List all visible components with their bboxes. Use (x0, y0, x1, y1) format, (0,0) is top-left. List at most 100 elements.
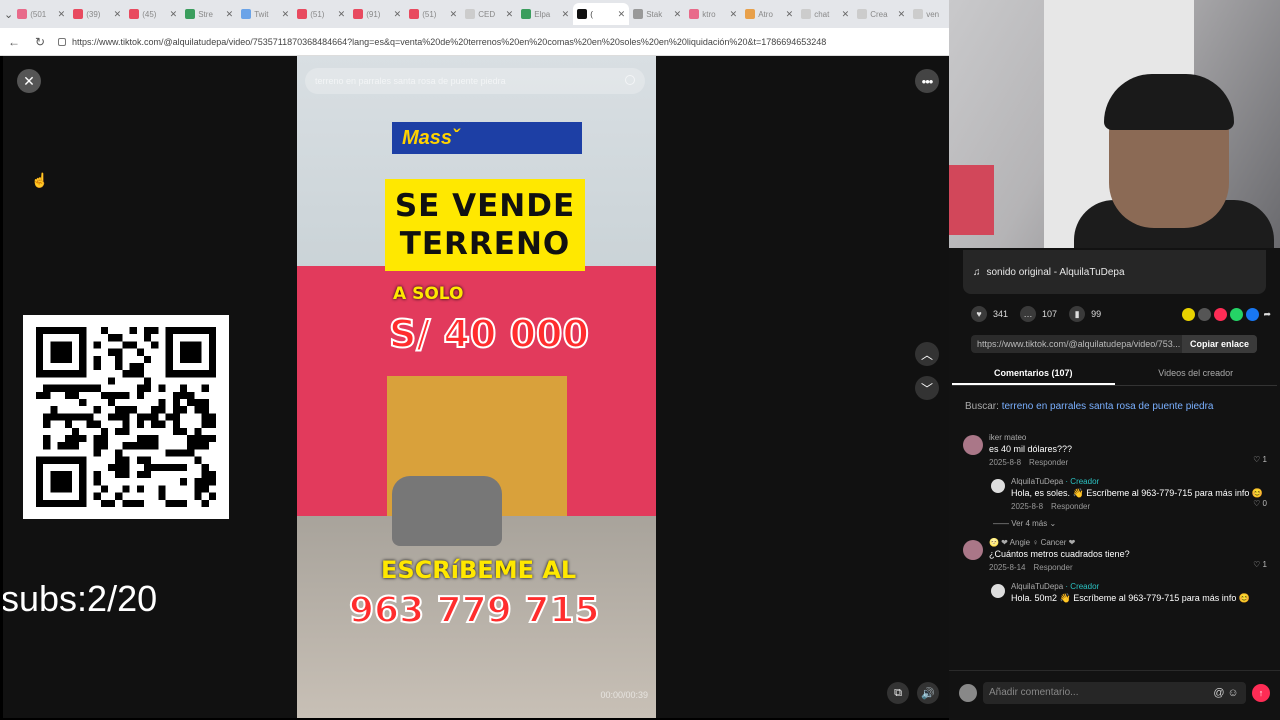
browser-tab[interactable]: Twit ✕ (237, 3, 293, 25)
reply-button[interactable]: Responder (1051, 502, 1090, 511)
browser-tab[interactable]: ven✕ (909, 3, 949, 25)
browser-tab[interactable]: Crea ✕ (853, 3, 909, 25)
reload-icon[interactable]: ↻ (32, 34, 48, 50)
comments-list: iker mateo es 40 mil dólares??? 2025-8-8 R… (963, 433, 1269, 614)
comment-author[interactable]: AlquilaTuDepa · Creador (1011, 477, 1269, 486)
tab-close-icon[interactable]: ✕ (338, 9, 346, 20)
tab-close-icon[interactable]: ✕ (226, 9, 234, 20)
tab-close-icon[interactable]: ✕ (786, 9, 794, 20)
video-search-bar[interactable]: terreno en parrales santa rosa de puente… (305, 68, 645, 94)
browser-tab[interactable]: (91) ✕ (349, 3, 405, 25)
emoji-icon[interactable]: ☺ (1226, 686, 1240, 700)
url-field[interactable]: https://www.tiktok.com/@alquilatudepa/vi… (58, 37, 918, 47)
copy-link-button[interactable]: Copiar enlace (1181, 335, 1257, 353)
site-info-icon[interactable] (58, 37, 66, 46)
mention-icon[interactable]: @ (1212, 686, 1226, 700)
tab-close-icon[interactable]: ✕ (842, 9, 850, 20)
tab-creator-videos[interactable]: Videos del creador (1115, 364, 1278, 385)
tab-close-icon[interactable]: ✕ (450, 9, 458, 20)
comment-author[interactable]: AlquilaTuDepa · Creador (1011, 582, 1269, 591)
video-frame[interactable]: Massˇ terreno en parrales santa rosa de … (297, 56, 656, 718)
volume-icon[interactable]: 🔊 (917, 682, 939, 704)
store-sign: Massˇ (392, 122, 582, 154)
browser-tab[interactable]: chat ✕ (797, 3, 853, 25)
share-option-icon[interactable] (1246, 307, 1260, 321)
comment-placeholder: Añadir comentario... (989, 687, 1079, 698)
phone-text: 963 779 715 (348, 589, 601, 632)
comment-button[interactable]: … 107 (1020, 306, 1057, 322)
browser-tab[interactable]: Elpa ✕ (517, 3, 573, 25)
tab-close-icon[interactable]: ✕ (506, 9, 514, 20)
reply-button[interactable]: Responder (1029, 458, 1068, 467)
sound-row[interactable]: ♫ sonido original - AlquilaTuDepa (963, 250, 1266, 294)
tab-close-icon[interactable]: ✕ (394, 9, 402, 20)
comment-text: Hola, es soles. 👋 Escríbeme al 963-779-7… (1011, 488, 1264, 498)
tab-close-icon[interactable]: ✕ (58, 9, 66, 20)
share-arrow-icon[interactable]: ➦ (1263, 309, 1271, 320)
bookmark-icon: ▮ (1069, 306, 1086, 322)
share-option-icon[interactable] (1214, 307, 1228, 321)
search-icon[interactable] (625, 75, 635, 85)
tab-close-icon[interactable]: ✕ (170, 9, 178, 20)
comment-date: 2025-8-8 (1011, 502, 1044, 511)
like-button[interactable]: ♥ 341 (971, 306, 1008, 322)
browser-tab[interactable]: CED ✕ (461, 3, 517, 25)
chevron-down-icon[interactable]: ﹀ (915, 376, 939, 400)
tab-close-icon[interactable]: ✕ (898, 9, 906, 20)
share-option-icon[interactable] (1182, 307, 1196, 321)
browser-tab[interactable]: ktro ✕ (685, 3, 741, 25)
picture-in-picture-icon[interactable]: ⧉ (887, 682, 909, 704)
browser-tab[interactable]: (45) ✕ (125, 3, 181, 25)
browser-tab[interactable]: (501 ✕ (13, 3, 69, 25)
tab-title: Crea (870, 9, 888, 19)
comment-input[interactable]: Añadir comentario... @ ☺ (983, 681, 1246, 704)
comment-search-line[interactable]: Buscar: terreno en parrales santa rosa d… (965, 401, 1214, 412)
browser-tab[interactable]: (39) ✕ (69, 3, 125, 25)
comment: iker mateo es 40 mil dólares??? 2025-8-8 R… (963, 433, 1269, 467)
tab-close-icon[interactable]: ✕ (618, 9, 626, 20)
address-bar: ← ↻ https://www.tiktok.com/@alquilatudep… (0, 28, 949, 56)
back-icon[interactable]: ← (6, 34, 22, 50)
tab-close-icon[interactable]: ✕ (674, 9, 682, 20)
avatar[interactable] (963, 435, 983, 455)
tab-search-icon[interactable]: ⌄ (4, 3, 13, 25)
avatar[interactable] (991, 479, 1005, 493)
share-option-icon[interactable] (1198, 307, 1212, 321)
tab-favicon-icon (241, 9, 252, 19)
tab-close-icon[interactable]: ✕ (114, 9, 122, 20)
reply-button[interactable]: Responder (1033, 563, 1072, 572)
more-options-icon[interactable]: ••• (915, 69, 939, 93)
browser-tab[interactable]: (51) ✕ (405, 3, 461, 25)
close-icon[interactable]: ✕ (17, 69, 41, 93)
tab-close-icon[interactable]: ✕ (562, 9, 570, 20)
tab-comments[interactable]: Comentarios (107) (952, 364, 1115, 385)
browser-tab[interactable]: Atro ✕ (741, 3, 797, 25)
browser-tab[interactable]: (✕ (573, 3, 630, 25)
comment-like-button[interactable]: ♡ 1 (1253, 455, 1267, 464)
share-option-icon[interactable] (1230, 307, 1244, 321)
tab-close-icon[interactable]: ✕ (730, 9, 738, 20)
tab-close-icon[interactable]: ✕ (282, 9, 290, 20)
comment-like-button[interactable]: ♡ 1 (1253, 560, 1267, 569)
save-button[interactable]: ▮ 99 (1069, 306, 1101, 322)
creator-badge: · Creador (1065, 582, 1100, 591)
avatar[interactable] (991, 584, 1005, 598)
search-prefix: Buscar: (965, 401, 999, 412)
tab-favicon-icon (353, 9, 364, 19)
send-icon[interactable]: ↑ (1252, 683, 1270, 702)
browser-tab[interactable]: Stak ✕ (629, 3, 685, 25)
comment-like-button[interactable]: ♡ 0 (1253, 499, 1267, 508)
tab-favicon-icon (297, 9, 308, 19)
browser-tab[interactable]: Stre ✕ (181, 3, 237, 25)
share-icons (1182, 307, 1260, 321)
avatar[interactable] (963, 540, 983, 560)
comment-input-bar: Añadir comentario... @ ☺ ↑ (949, 670, 1280, 714)
save-count: 99 (1091, 309, 1102, 319)
browser-tab[interactable]: (51) ✕ (293, 3, 349, 25)
chevron-up-icon[interactable]: ︿ (915, 342, 939, 366)
comment-date: 2025-8-14 (989, 563, 1026, 572)
comment-author[interactable]: 🌝 ❤ Angie ♀ Cancer ❤ (989, 538, 1269, 547)
comment-author[interactable]: iker mateo (989, 433, 1269, 442)
view-more-replies[interactable]: —— Ver 4 más ⌄ (993, 519, 1269, 528)
video-link[interactable]: https://www.tiktok.com/@alquilatudepa/vi… (971, 339, 1182, 349)
